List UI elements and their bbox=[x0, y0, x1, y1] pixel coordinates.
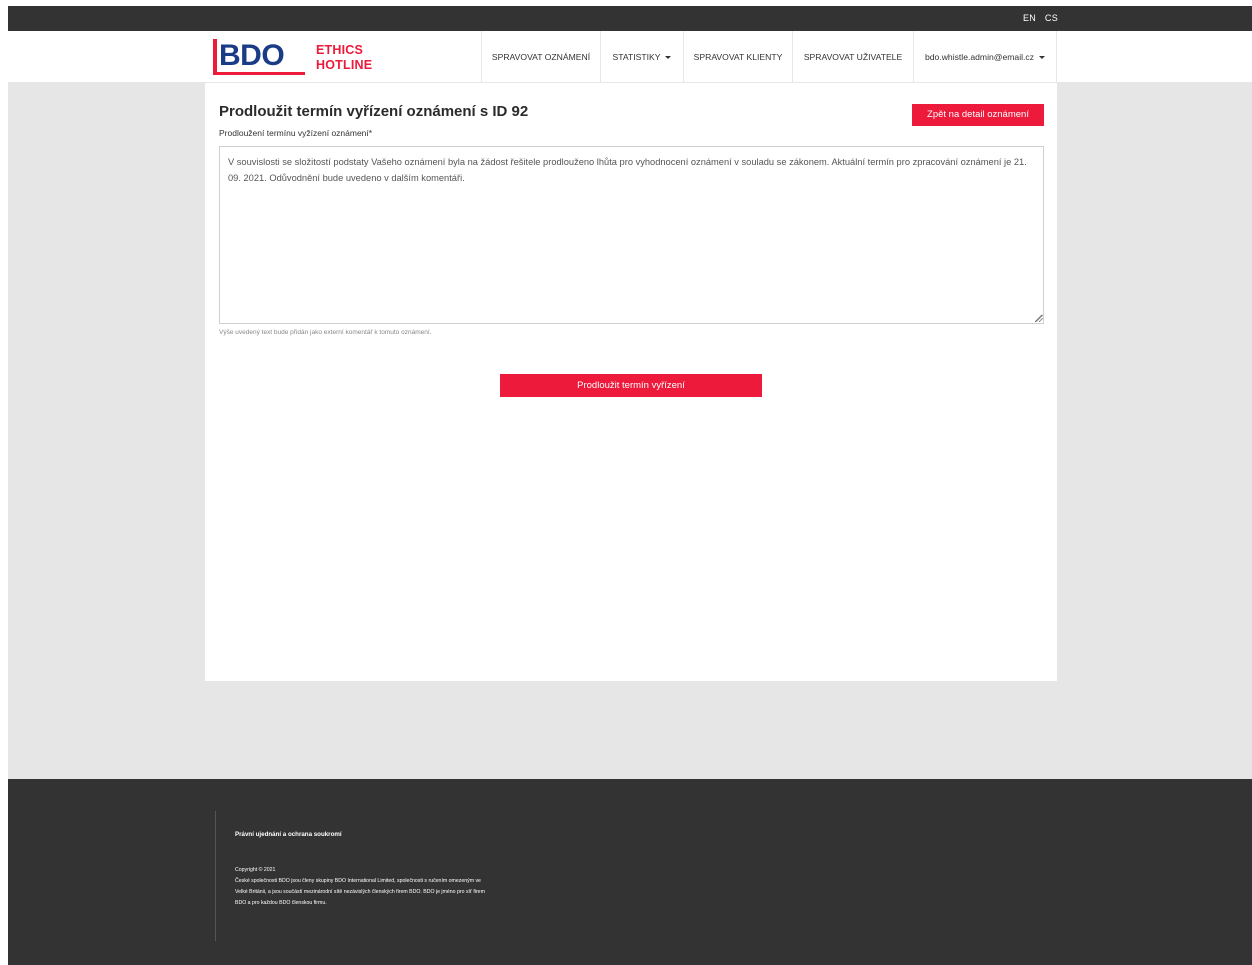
language-switcher: EN CS bbox=[1017, 13, 1058, 23]
caret-down-icon bbox=[665, 56, 672, 59]
footer-disclaimer-line: Velké Británii, a jsou součástí mezináro… bbox=[235, 889, 485, 895]
main-navbar: BDO ETHICS HOTLINE SPRAVOVAT OZNÁMENÍ ST… bbox=[8, 31, 1252, 83]
page-title: Prodloužit termín vyřízení oznámení s ID… bbox=[219, 103, 529, 120]
bdo-ethics-hotline-logo[interactable]: BDO ETHICS HOTLINE bbox=[213, 39, 393, 75]
logo-bdo-text: BDO bbox=[219, 39, 285, 72]
nav-manage-reports[interactable]: SPRAVOVAT OZNÁMENÍ bbox=[481, 31, 600, 83]
copyright-text: Copyright © 2021 bbox=[235, 867, 276, 873]
help-text: Výše uvedený text bude přidán jako exter… bbox=[219, 329, 432, 336]
nav-user-dropdown[interactable]: bdo.whistle.admin@email.cz bbox=[913, 31, 1057, 83]
legal-privacy-link[interactable]: Právní ujednání a ochrana soukromí bbox=[235, 831, 342, 838]
footer-copyright-block: Copyright © 2021 České společnosti BDO j… bbox=[235, 865, 555, 909]
nav-manage-reports-label: SPRAVOVAT OZNÁMENÍ bbox=[491, 52, 591, 62]
footer-disclaimer-line: BDO a pro každou BDO členskou firmu. bbox=[235, 900, 327, 906]
nav-manage-clients[interactable]: SPRAVOVAT KLIENTY bbox=[683, 31, 792, 83]
footer-disclaimer-line: České společnosti BDO jsou členy skupiny… bbox=[235, 878, 481, 884]
nav-manage-clients-label: SPRAVOVAT KLIENTY bbox=[693, 52, 783, 62]
language-cs-link[interactable]: CS bbox=[1045, 13, 1058, 23]
extend-deadline-button[interactable]: Prodloužit termín vyřízení bbox=[500, 374, 762, 397]
page-frame: EN CS BDO ETHICS HOTLINE SPRAVOVAT OZNÁM… bbox=[8, 6, 1252, 965]
nav-statistics-label: STATISTIKY bbox=[612, 52, 661, 62]
extension-field-label: Prodloužení termínu vyžízení oznámení* bbox=[219, 128, 373, 138]
logo-ethics-text: ETHICS bbox=[316, 43, 364, 57]
nav-statistics-dropdown[interactable]: STATISTIKY bbox=[600, 31, 683, 83]
logo-hotline-text: HOTLINE bbox=[316, 58, 373, 72]
main-content: Prodloužit termín vyřízení oznámení s ID… bbox=[205, 83, 1057, 681]
caret-down-icon bbox=[1039, 56, 1046, 59]
footer-divider bbox=[215, 811, 216, 941]
back-to-report-detail-button[interactable]: Zpět na detail oznámení bbox=[912, 104, 1044, 126]
logo-underline bbox=[213, 72, 305, 75]
top-bar: EN CS bbox=[8, 6, 1252, 31]
footer: Právní ujednání a ochrana soukromí Copyr… bbox=[8, 779, 1252, 965]
extension-text-textarea[interactable]: V souvislosti se složitostí podstaty Vaš… bbox=[219, 146, 1044, 324]
logo-accent-bar bbox=[213, 39, 217, 75]
nav-manage-users[interactable]: SPRAVOVAT UŽIVATELE bbox=[792, 31, 913, 83]
language-en-link[interactable]: EN bbox=[1023, 13, 1036, 23]
nav-user-email: bdo.whistle.admin@email.cz bbox=[924, 52, 1035, 62]
nav-manage-users-label: SPRAVOVAT UŽIVATELE bbox=[803, 52, 903, 62]
